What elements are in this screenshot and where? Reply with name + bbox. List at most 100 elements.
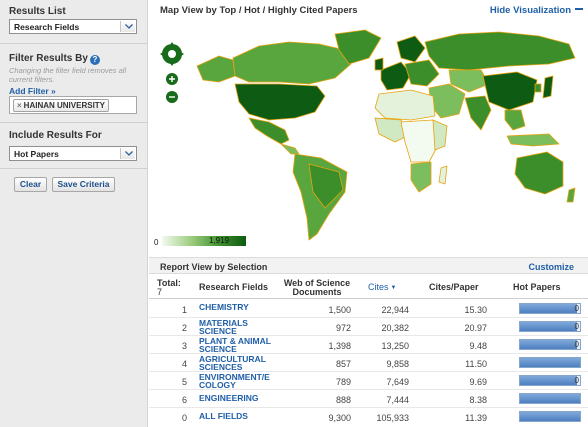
map-region-scandinavia — [396, 35, 426, 63]
row-field-link[interactable]: CHEMISTRY — [199, 302, 249, 312]
hide-visualization-label: Hide Visualization — [489, 5, 571, 16]
divider — [0, 168, 148, 169]
row-rank: 1 — [181, 305, 187, 315]
total-header: Total: 7 — [157, 279, 181, 297]
map-region-russia — [424, 31, 576, 71]
row-rank: 2 — [181, 323, 187, 333]
map-region-korea — [534, 83, 542, 93]
map-region-madagascar — [438, 165, 448, 185]
row-cites-per-paper: 8.38 — [469, 395, 487, 405]
add-filter-link[interactable]: Add Filter » — [9, 86, 56, 96]
row-rank: 6 — [181, 395, 187, 405]
include-select[interactable]: Hot Papers — [9, 146, 137, 161]
row-cites: 20,382 — [381, 323, 409, 333]
map-region-india — [464, 95, 492, 131]
row-cites: 9,858 — [386, 359, 409, 369]
pan-control-icon[interactable] — [160, 42, 184, 66]
hot-papers-fill — [520, 340, 577, 349]
report-title: Report View by Selection — [160, 262, 268, 272]
close-icon[interactable]: × — [17, 101, 22, 110]
row-field-line1: ENGINEERING — [199, 393, 259, 403]
map-region-usa — [234, 83, 326, 121]
row-field-link[interactable]: AGRICULTURAL SCIENCES — [199, 355, 266, 372]
row-cites: 105,933 — [376, 413, 409, 423]
row-docs: 857 — [335, 359, 351, 369]
help-icon[interactable]: ? — [89, 55, 100, 65]
table-header: Total: 7 Research Fields Web of Science … — [149, 275, 588, 299]
customize-link[interactable]: Customize — [528, 262, 574, 272]
table-row: 4 AGRICULTURAL SCIENCES 857 9,858 11.50 — [149, 354, 588, 372]
map-legend-scale — [162, 236, 246, 246]
divider — [0, 43, 148, 44]
results-list-title: Results List — [9, 6, 66, 17]
hot-papers-fill — [520, 412, 580, 421]
map-region-europe-east — [404, 59, 440, 87]
save-criteria-button[interactable]: Save Criteria — [52, 177, 115, 192]
row-docs: 972 — [335, 323, 351, 333]
table-row: 5 ENVIRONMENT/E COLOGY 789 7,649 9.69 0 — [149, 372, 588, 390]
row-cites-per-paper: 20.97 — [464, 323, 487, 333]
hot-papers-fill — [520, 376, 577, 385]
table-row: 0 ALL FIELDS 9,300 105,933 11.39 — [149, 408, 588, 426]
row-field-link[interactable]: ENGINEERING — [199, 393, 259, 403]
chevron-down-icon — [120, 148, 135, 159]
hide-visualization-link[interactable]: Hide Visualization — [490, 5, 583, 16]
results-list-value: Research Fields — [14, 22, 80, 32]
hot-papers-header[interactable]: Hot Papers — [513, 283, 561, 292]
cites-header[interactable]: Cites ▼ — [368, 283, 396, 293]
table-body: 1 CHEMISTRY 1,500 22,944 15.30 0 2 MATER… — [149, 300, 588, 426]
world-map[interactable] — [149, 22, 588, 252]
hot-papers-fill — [520, 322, 577, 331]
main-panel: Map View by Top / Hot / Highly Cited Pap… — [149, 0, 588, 427]
row-cites: 7,444 — [386, 395, 409, 405]
hot-papers-value: 0 — [574, 340, 579, 349]
report-header: Report View by Selection Customize — [149, 257, 588, 274]
hot-papers-value: 0 — [574, 322, 579, 331]
sort-desc-icon: ▼ — [390, 285, 397, 291]
hot-papers-bar — [519, 393, 581, 404]
table-row: 2 MATERIALS SCIENCE 972 20,382 20.97 0 — [149, 318, 588, 336]
row-cites: 22,944 — [381, 305, 409, 315]
row-field-link[interactable]: ALL FIELDS — [199, 412, 248, 421]
map-title: Map View by Top / Hot / Highly Cited Pap… — [160, 5, 358, 16]
research-fields-header[interactable]: Research Fields — [199, 283, 268, 292]
map-region-japan — [542, 75, 554, 99]
row-field-link[interactable]: MATERIALS SCIENCE — [199, 319, 248, 336]
row-field-line1: CHEMISTRY — [199, 302, 249, 312]
chevron-down-icon — [120, 21, 135, 32]
map-region-east-africa — [432, 119, 448, 151]
divider — [0, 122, 148, 123]
map-region-uk — [374, 57, 384, 71]
sidebar: Results List Research Fields Filter Resu… — [0, 0, 148, 427]
map-region-south-africa — [410, 161, 432, 193]
zoom-in-icon[interactable] — [166, 73, 178, 85]
map-region-new-zealand — [566, 187, 576, 203]
filter-chip: × HAINAN UNIVERSITY — [13, 99, 110, 112]
hot-papers-bar: 0 — [519, 321, 581, 332]
row-field-link[interactable]: PLANT & ANIMAL SCIENCE — [199, 337, 271, 353]
row-cites-per-paper: 9.48 — [469, 341, 487, 351]
row-field-line2: SCIENCE — [199, 325, 237, 336]
zoom-out-icon[interactable] — [166, 91, 178, 103]
row-cites-per-paper: 11.39 — [465, 413, 487, 423]
total-value: 7 — [157, 287, 163, 297]
results-list-select[interactable]: Research Fields — [9, 19, 137, 34]
row-field-line2: COLOGY — [199, 379, 236, 390]
filter-chip-label: HAINAN UNIVERSITY — [23, 101, 106, 110]
row-cites-per-paper: 15.30 — [464, 305, 487, 315]
cites-header-label: Cites — [368, 282, 389, 292]
row-cites: 7,649 — [386, 377, 409, 387]
wos-documents-header[interactable]: Web of Science Documents — [279, 279, 355, 297]
hot-papers-bar: 0 — [519, 375, 581, 386]
row-field-line2: SCIENCES — [199, 361, 243, 372]
hot-papers-fill — [520, 358, 580, 367]
row-field-link[interactable]: ENVIRONMENT/E COLOGY — [199, 373, 270, 390]
map-region-china — [482, 71, 538, 111]
hot-papers-bar — [519, 357, 581, 368]
map-legend-min: 0 — [154, 238, 159, 247]
row-docs: 1,500 — [328, 305, 351, 315]
cites-per-paper-header[interactable]: Cites/Paper — [429, 283, 479, 292]
hot-papers-bar: 0 — [519, 339, 581, 350]
map-region-australia — [514, 151, 564, 195]
clear-button[interactable]: Clear — [14, 177, 47, 192]
